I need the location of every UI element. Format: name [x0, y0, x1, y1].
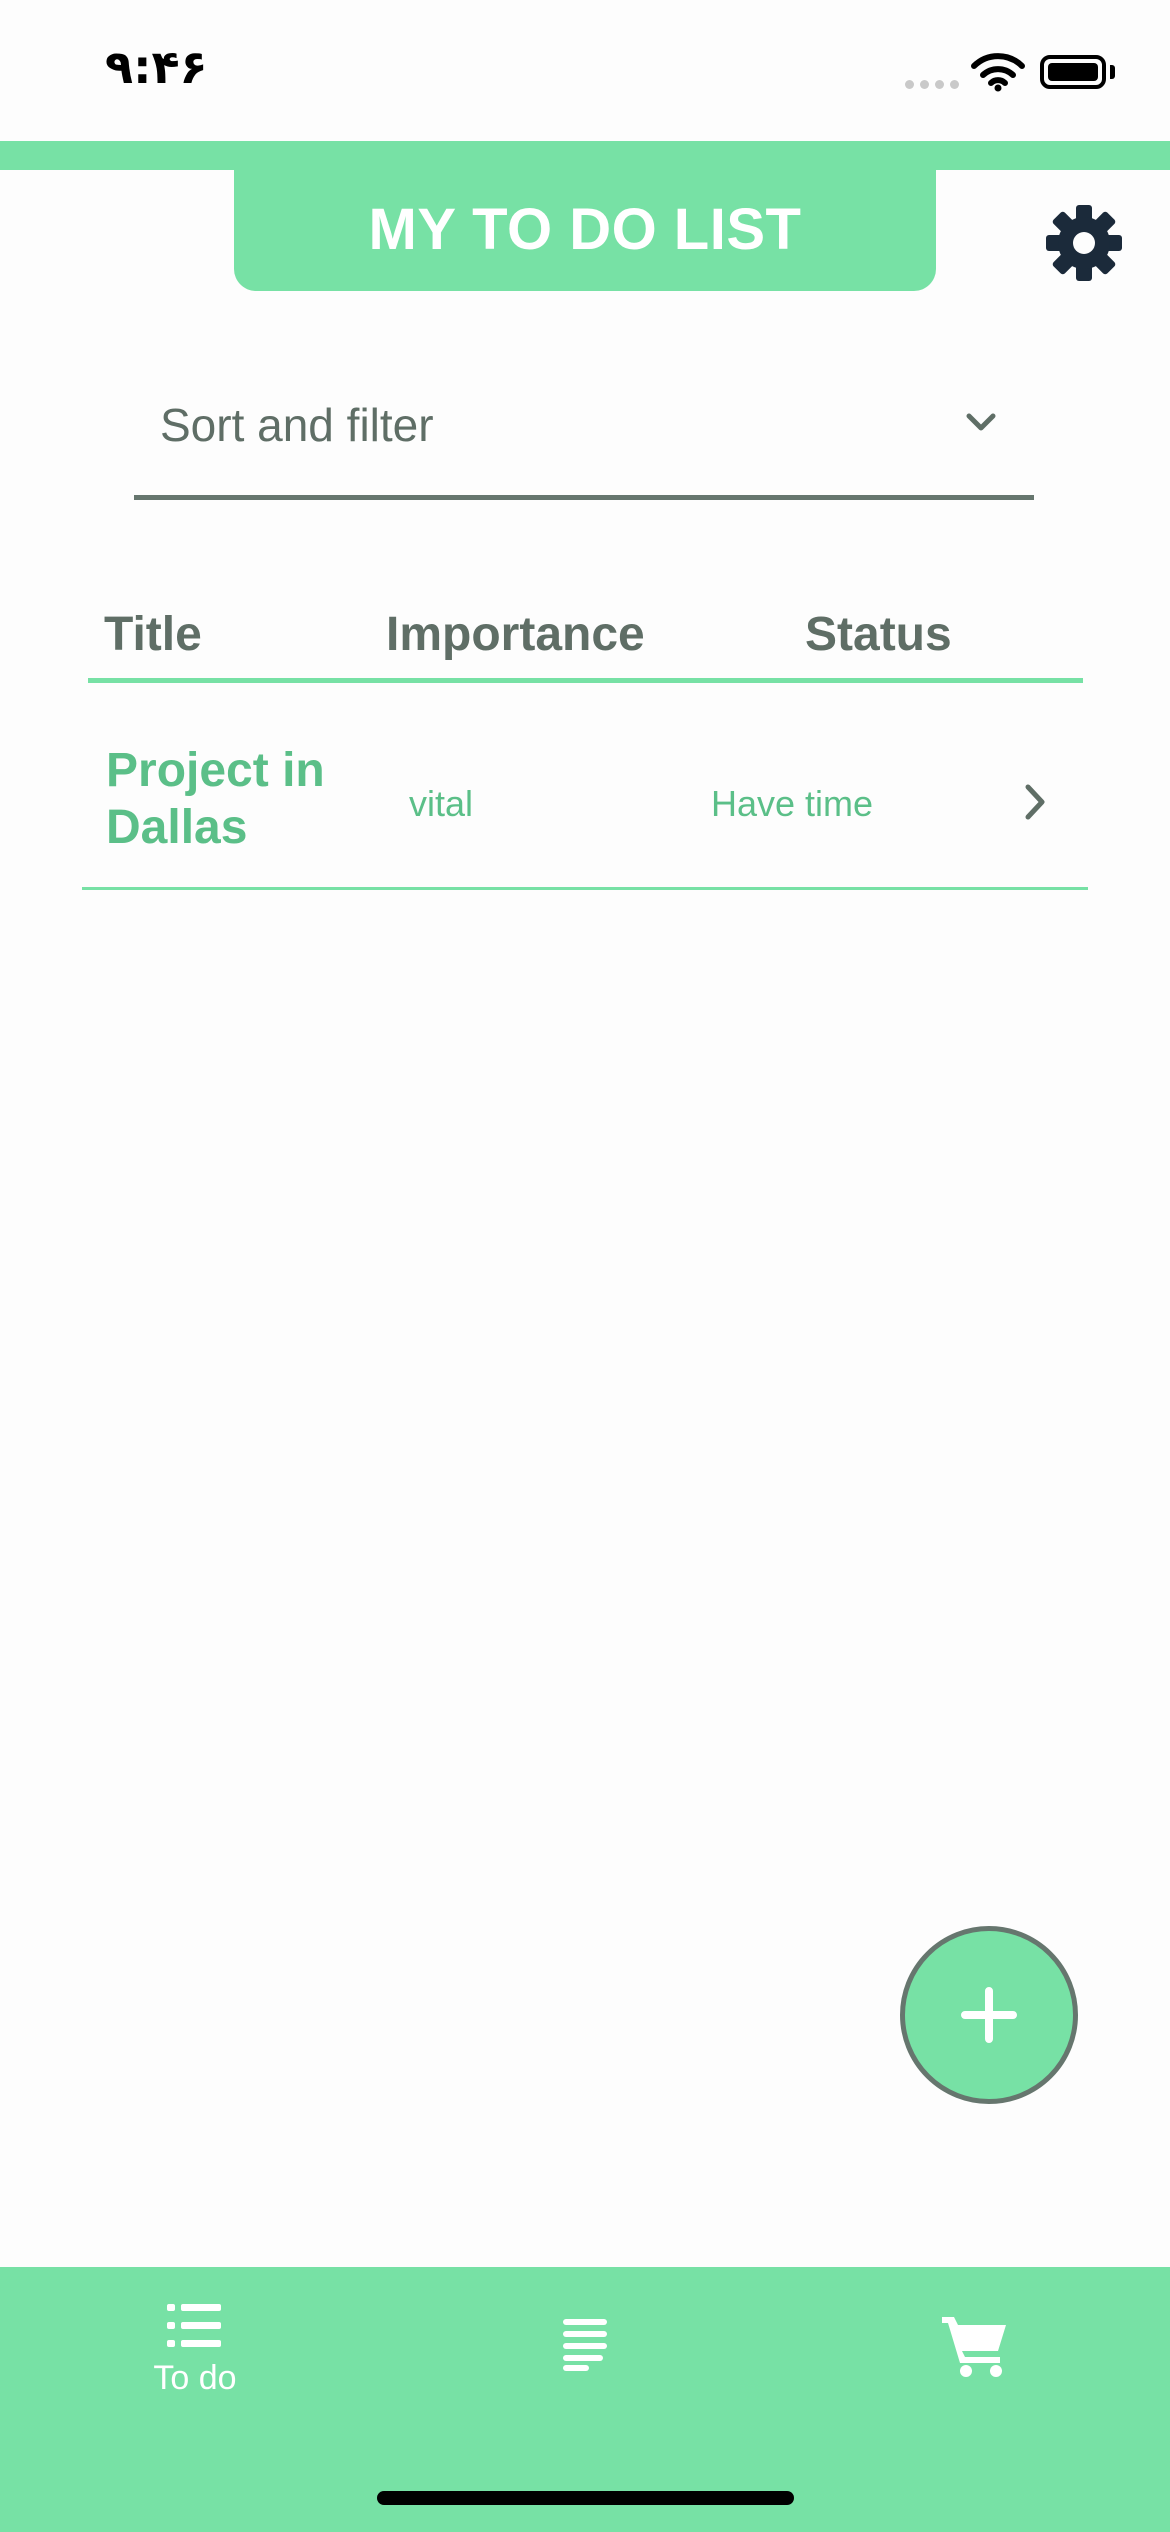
header-divider: [88, 678, 1083, 683]
home-indicator: [377, 2491, 794, 2505]
add-task-button[interactable]: [900, 1926, 1078, 2104]
nav-item-shopping[interactable]: [780, 2267, 1170, 2467]
cellular-signal-icon: [905, 80, 959, 89]
header-band: [0, 141, 1170, 170]
nav-label-todo: To do: [153, 2359, 237, 2397]
sort-filter-dropdown[interactable]: Sort and filter: [134, 380, 1034, 500]
nav-item-notes[interactable]: [390, 2267, 780, 2467]
gear-icon[interactable]: [1046, 205, 1122, 281]
battery-cap: [1110, 65, 1115, 79]
chevron-right-icon: [1025, 784, 1045, 820]
status-time: ۹:۴۶: [105, 40, 208, 94]
row-status: Have time: [711, 783, 874, 824]
plus-icon: [961, 1987, 1017, 2043]
row-title: Project in Dallas: [106, 744, 325, 854]
chevron-down-icon: [966, 413, 996, 431]
table-row[interactable]: Project in Dallas vital Have time: [82, 700, 1088, 890]
column-header-importance: Importance: [386, 608, 645, 661]
cart-icon: [942, 2317, 1006, 2377]
nav-item-todo[interactable]: To do: [0, 2267, 390, 2467]
sort-filter-label: Sort and filter: [160, 399, 434, 451]
page-title: MY TO DO LIST: [368, 197, 802, 262]
wifi-icon: [971, 53, 1025, 92]
list-icon: [167, 2304, 221, 2347]
notes-icon: [563, 2319, 607, 2371]
title-tab: MY TO DO LIST: [234, 168, 936, 291]
battery-icon: [1040, 55, 1106, 89]
row-importance: vital: [409, 783, 474, 824]
column-header-title: Title: [104, 608, 202, 661]
column-header-status: Status: [805, 608, 952, 661]
